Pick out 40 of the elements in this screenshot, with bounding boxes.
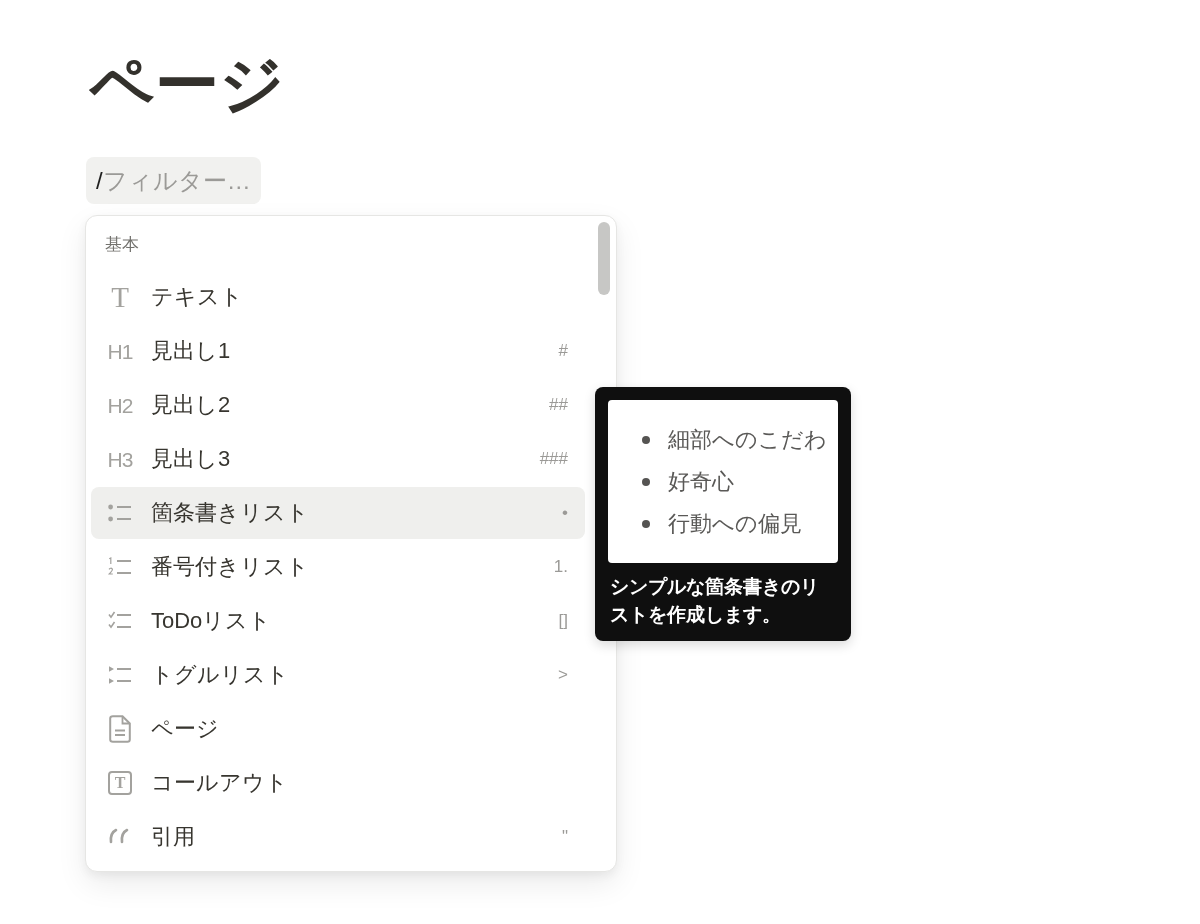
list-item-text: 細部へのこだわ — [668, 426, 827, 454]
keyboard-shortcut: ## — [549, 395, 568, 415]
keyboard-shortcut: [] — [558, 611, 568, 631]
menu-item[interactable]: T テキスト — [91, 271, 585, 323]
menu-item[interactable]: H3 見出し3 ### — [91, 433, 585, 485]
menu-item[interactable]: 箇条書きリスト • — [91, 487, 585, 539]
numbered-list-icon — [108, 557, 132, 577]
menu-item[interactable]: H1 見出し1 # — [91, 325, 585, 377]
keyboard-shortcut: # — [558, 341, 568, 361]
filter-field[interactable]: /フィルター… — [86, 157, 261, 204]
bulleted-list-icon — [108, 503, 132, 523]
menu-item[interactable]: トグルリスト > — [91, 649, 585, 701]
bullet-icon — [642, 478, 650, 486]
scrollbar-thumb[interactable] — [598, 222, 610, 295]
menu-item[interactable]: 番号付きリスト 1. — [91, 541, 585, 593]
tooltip-description: シンプルな箇条書きのリストを作成します。 — [609, 575, 820, 627]
bullet-icon — [642, 520, 650, 528]
menu-item[interactable]: H2 見出し2 ## — [91, 379, 585, 431]
page-title: ページ — [88, 47, 285, 122]
callout-icon: T — [108, 771, 132, 795]
menu-item[interactable]: 引用 " — [91, 811, 585, 863]
keyboard-shortcut: ### — [539, 449, 568, 469]
heading-icon: H3 — [107, 448, 133, 470]
keyboard-shortcut: 1. — [553, 557, 568, 577]
menu-item[interactable]: ページ — [91, 703, 585, 755]
document-icon — [109, 715, 131, 743]
heading-icon: H2 — [107, 394, 133, 416]
toggle-list-icon — [108, 665, 132, 685]
keyboard-shortcut: " — [561, 827, 568, 847]
bullet-icon — [642, 436, 650, 444]
keyboard-shortcut: > — [558, 665, 568, 685]
heading-icon: H1 — [107, 340, 133, 362]
list-item-text: 行動への偏見 — [668, 510, 802, 538]
checklist-icon — [108, 611, 132, 631]
keyboard-shortcut: • — [562, 503, 568, 523]
section-header: 基本 — [104, 234, 140, 256]
list-item-text: 好奇心 — [668, 468, 734, 496]
text-icon: T — [111, 282, 129, 312]
menu-item[interactable]: T コールアウト — [91, 757, 585, 809]
menu-item[interactable]: ToDoリスト [] — [91, 595, 585, 647]
